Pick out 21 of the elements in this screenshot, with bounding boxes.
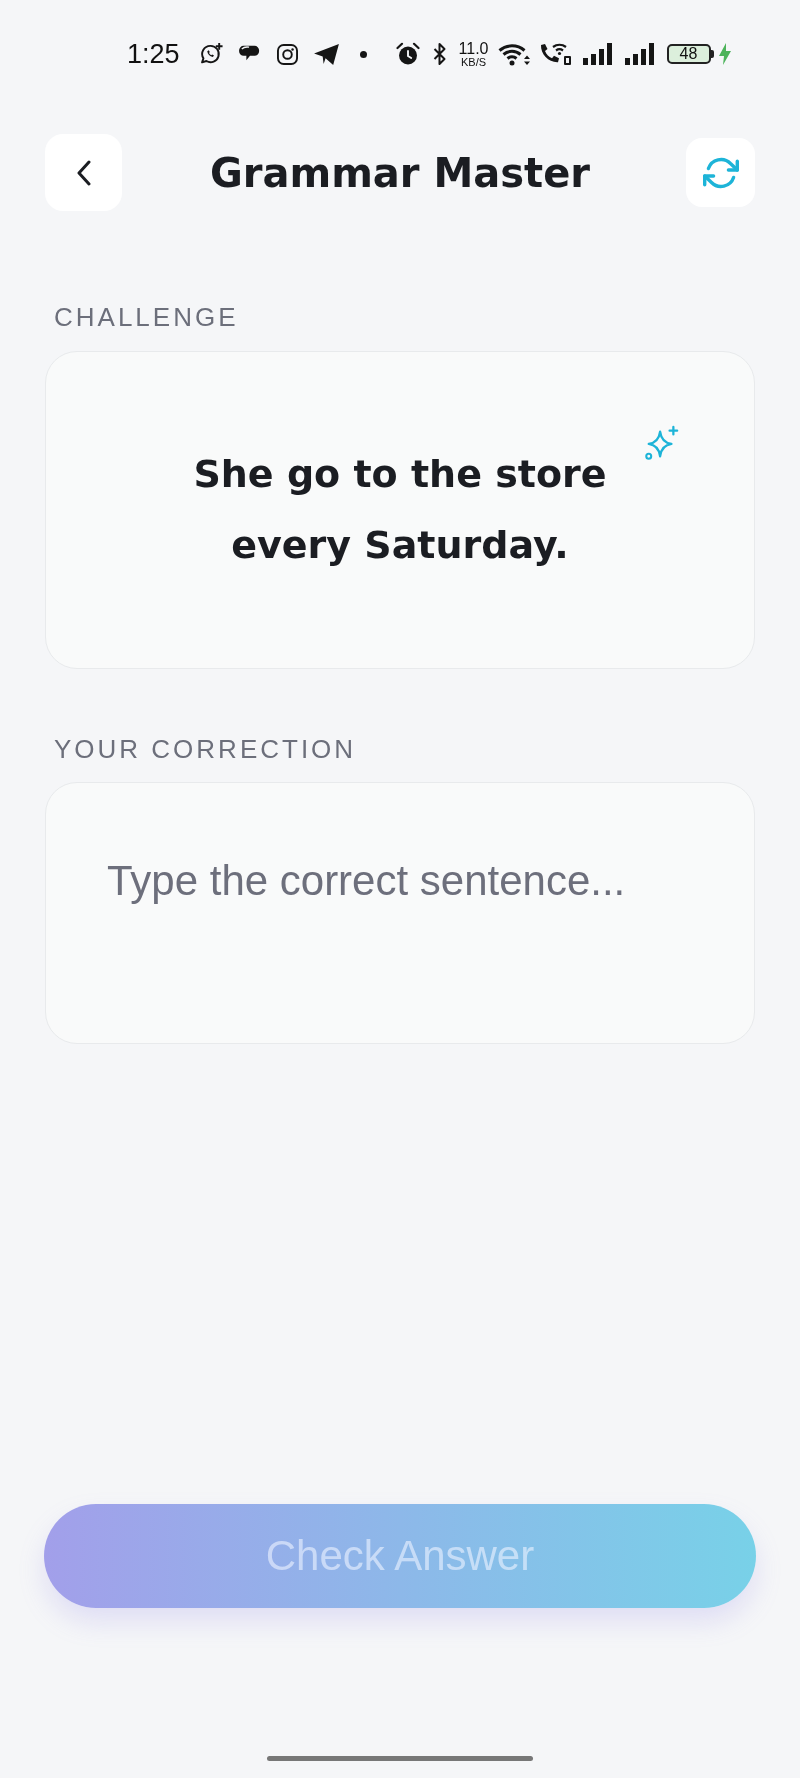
bluetooth-icon: [432, 42, 447, 66]
signal-icon: [582, 43, 613, 65]
signal-icon: [624, 43, 655, 65]
chevron-left-icon: [76, 159, 91, 186]
refresh-button[interactable]: [686, 138, 755, 207]
wifi-icon: [497, 42, 530, 66]
net-speed-value: 11.0: [458, 40, 489, 57]
dot-icon: [359, 50, 367, 58]
answer-field[interactable]: Type the correct sentence...: [45, 782, 755, 1044]
paper-plane-icon: [313, 43, 339, 65]
section-label: CHALLENGE: [53, 302, 240, 332]
back-button[interactable]: [45, 134, 122, 211]
section-label: YOUR CORRECTION: [53, 734, 358, 764]
battery-indicator: 48: [666, 44, 714, 64]
net-speed-unit: KB/S: [461, 56, 487, 68]
status-time: 1:25: [127, 40, 180, 68]
alarm-clock-icon: [395, 42, 420, 66]
camera-icon: [276, 43, 298, 65]
challenge-sentence: She go to the store every Saturday.: [192, 451, 608, 569]
sparkle-icon: [644, 425, 680, 461]
screen-title: Grammar Master: [208, 148, 592, 198]
